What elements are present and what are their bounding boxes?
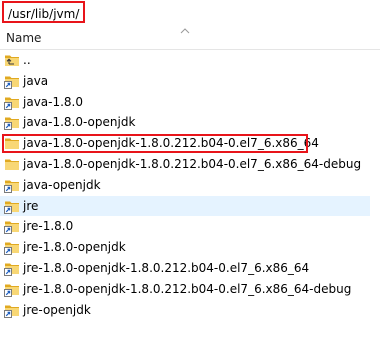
folder-shortcut-icon <box>4 284 19 297</box>
file-list: .. java java-1.8.0 java-1.8.0-openjdk java-1… <box>0 50 370 320</box>
list-item-label: java <box>23 73 49 88</box>
folder-shortcut-icon <box>4 201 19 214</box>
list-item-label: java-1.8.0 <box>23 94 84 109</box>
folder-shortcut-icon <box>4 97 19 110</box>
list-item-label: jre-1.8.0 <box>23 219 74 234</box>
list-item-label: jre-openjdk <box>23 302 91 317</box>
folder-shortcut-icon <box>4 305 19 318</box>
list-item[interactable]: java-1.8.0-openjdk-1.8.0.212.b04-0.el7_6… <box>0 133 370 154</box>
list-item-label: jre-1.8.0-openjdk-1.8.0.212.b04-0.el7_6.… <box>23 281 352 296</box>
folder-shortcut-icon <box>4 180 19 193</box>
list-item[interactable]: java-1.8.0-openjdk <box>0 112 370 133</box>
list-item-label: java-1.8.0-openjdk <box>23 115 136 130</box>
list-item-label: java-openjdk <box>23 177 101 192</box>
list-item[interactable]: .. <box>0 50 370 71</box>
list-item[interactable]: jre-1.8.0-openjdk-1.8.0.212.b04-0.el7_6.… <box>0 279 370 300</box>
path-bar[interactable]: /usr/lib/jvm/ <box>0 0 380 28</box>
list-item[interactable]: jre-1.8.0-openjdk-1.8.0.212.b04-0.el7_6.… <box>0 258 370 279</box>
column-header-row: Name <box>0 27 380 50</box>
list-item-label: .. <box>23 53 31 67</box>
folder-icon <box>5 159 19 170</box>
list-item[interactable]: java <box>0 71 370 92</box>
list-item[interactable]: jre-openjdk <box>0 300 370 321</box>
list-item-label: jre <box>23 198 39 213</box>
list-item[interactable]: java-1.8.0-openjdk-1.8.0.212.b04-0.el7_6… <box>0 154 370 175</box>
scrollbar-track[interactable] <box>370 50 380 360</box>
current-path[interactable]: /usr/lib/jvm/ <box>2 1 86 23</box>
folder-shortcut-icon <box>4 117 19 131</box>
folder-icon <box>5 138 19 150</box>
list-item[interactable]: jre-1.8.0 <box>0 216 370 237</box>
folder-shortcut-icon <box>4 263 19 276</box>
list-item-label: jre-1.8.0-openjdk-1.8.0.212.b04-0.el7_6.… <box>23 260 310 275</box>
list-item-label: java-1.8.0-openjdk-1.8.0.212.b04-0.el7_6… <box>23 156 362 171</box>
list-item-label: java-1.8.0-openjdk-1.8.0.212.b04-0.el7_6… <box>23 136 319 151</box>
folder-shortcut-icon <box>4 221 19 235</box>
name-column-header[interactable]: Name <box>6 30 41 46</box>
parent-folder-icon <box>5 55 19 66</box>
list-item[interactable]: java-1.8.0 <box>0 92 370 113</box>
folder-shortcut-icon <box>4 76 19 89</box>
list-item-label: jre-1.8.0-openjdk <box>23 240 126 255</box>
file-browser-window: /usr/lib/jvm/ Name .. java java-1.8.0 java-… <box>0 0 380 360</box>
sort-ascending-icon <box>180 28 190 34</box>
list-item-selected[interactable]: jre <box>0 195 370 217</box>
list-item[interactable]: java-openjdk <box>0 175 370 196</box>
list-item[interactable]: jre-1.8.0-openjdk <box>0 237 370 258</box>
folder-shortcut-icon <box>4 242 19 256</box>
